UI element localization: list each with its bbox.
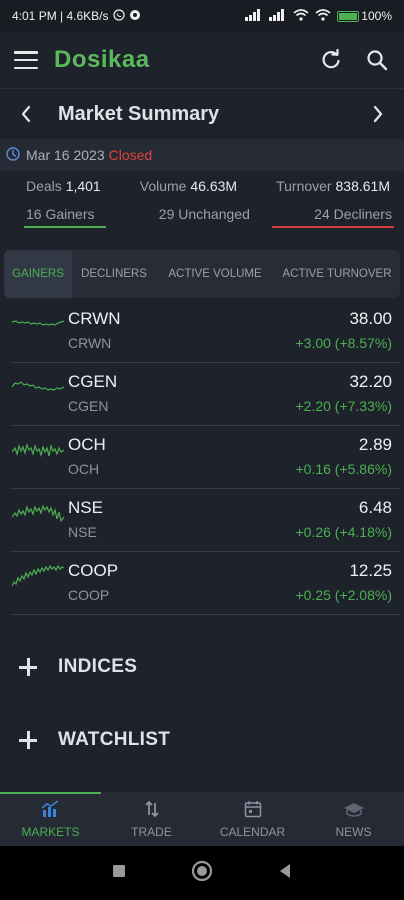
system-navigation-bar <box>0 846 404 900</box>
turnover-stat: Turnover 838.61M <box>276 178 390 194</box>
back-icon[interactable] <box>278 863 292 884</box>
stock-name: NSE <box>68 524 97 540</box>
status-time: 4:01 PM | 4.6KB/s <box>12 9 109 23</box>
stock-symbol: COOP <box>68 561 119 580</box>
stock-price: 6.48 <box>358 498 392 517</box>
nav-trade-label: TRADE <box>131 825 172 839</box>
calendar-icon <box>242 799 264 819</box>
mover-tabs: GAINERS DECLINERS ACTIVE VOLUME ACTIVE T… <box>4 250 400 298</box>
watchlist-label: WATCHLIST <box>58 729 171 750</box>
sparkline-icon <box>12 320 64 326</box>
turnover-label: Turnover <box>276 178 332 194</box>
market-summary-header: Market Summary <box>0 89 404 139</box>
stock-change: +2.20 (+7.33%) <box>295 398 392 414</box>
nav-news[interactable]: NEWS <box>303 792 404 846</box>
tab-decliners[interactable]: DECLINERS <box>72 250 156 298</box>
search-icon[interactable] <box>364 47 390 73</box>
clock-icon <box>6 146 20 164</box>
battery-indicator: 100% <box>337 9 392 23</box>
market-stats-row: Deals 1,401 Volume 46.63M Turnover 838.6… <box>0 171 404 201</box>
nav-markets-label: MARKETS <box>21 825 80 839</box>
nav-markets[interactable]: MARKETS <box>0 792 101 846</box>
indices-label: INDICES <box>58 656 138 677</box>
stock-price: 2.89 <box>358 435 392 454</box>
stock-price: 38.00 <box>349 309 392 328</box>
news-icon <box>343 799 365 819</box>
gainers-list: CRWN CRWN 38.00 +3.00 (+8.57%) CGEN CGEN… <box>10 300 400 615</box>
stock-price: 12.25 <box>349 561 392 580</box>
app-notification-icon <box>129 9 141 24</box>
market-status-badge: Closed <box>108 147 153 163</box>
bottom-navigation: MARKETS TRADE CALENDAR NEWS <box>0 792 404 846</box>
indices-section-toggle[interactable]: INDICES <box>0 647 404 687</box>
stock-change: +0.25 (+2.08%) <box>295 587 392 603</box>
status-bar: 4:01 PM | 4.6KB/s 100% <box>0 0 404 32</box>
plus-icon <box>18 657 38 677</box>
turnover-value: 838.61M <box>335 178 390 194</box>
chevron-right-icon[interactable] <box>368 104 388 124</box>
sparkline-icon <box>12 564 64 587</box>
gainers-count: 16 Gainers <box>23 206 108 228</box>
tab-active-volume[interactable]: ACTIVE VOLUME <box>156 250 274 298</box>
stock-change: +0.16 (+5.86%) <box>295 461 392 477</box>
app-title: Dosikaa <box>54 46 150 73</box>
wifi-icon-2 <box>315 8 331 24</box>
stock-name: CRWN <box>68 335 112 351</box>
stock-row-crwn[interactable]: CRWN CRWN 38.00 +3.00 (+8.57%) <box>10 300 400 363</box>
stock-row-coop[interactable]: COOP COOP 12.25 +0.25 (+2.08%) <box>10 552 400 615</box>
stock-change: +0.26 (+4.18%) <box>295 524 392 540</box>
stock-name: CGEN <box>68 398 109 414</box>
trade-arrows-icon <box>141 799 163 819</box>
unchanged-count: 29 Unchanged <box>158 206 250 222</box>
deals-value: 1,401 <box>65 178 101 194</box>
volume-value: 46.63M <box>190 178 238 194</box>
signal-icon <box>245 8 263 24</box>
recent-apps-icon[interactable] <box>112 864 126 883</box>
market-date-row: Mar 16 2023 Closed <box>0 139 404 171</box>
home-icon[interactable] <box>191 860 213 887</box>
sparkline-icon <box>12 443 64 458</box>
stock-symbol: CGEN <box>68 372 118 391</box>
stock-change: +3.00 (+8.57%) <box>295 335 392 351</box>
stock-row-och[interactable]: OCH OCH 2.89 +0.16 (+5.86%) <box>10 426 400 489</box>
nav-calendar-label: CALENDAR <box>219 825 286 839</box>
decliners-count: 24 Decliners <box>272 206 394 228</box>
nav-news-label: NEWS <box>335 825 372 839</box>
tab-active-turnover[interactable]: ACTIVE TURNOVER <box>274 250 400 298</box>
hamburger-menu-icon[interactable] <box>14 51 38 69</box>
nav-trade[interactable]: TRADE <box>101 792 202 846</box>
deals-label: Deals <box>26 178 62 194</box>
battery-percent-suffix: % <box>381 9 392 23</box>
stock-symbol: CRWN <box>68 309 121 328</box>
battery-icon <box>337 10 360 22</box>
app-bar: Dosikaa <box>0 32 404 88</box>
page-title: Market Summary <box>58 102 220 125</box>
wifi-icon <box>293 8 309 24</box>
volume-stat: Volume 46.63M <box>140 178 237 194</box>
sparkline-icon <box>12 504 64 523</box>
volume-label: Volume <box>139 178 187 194</box>
sparkline-icon <box>12 381 64 391</box>
whatsapp-icon <box>112 8 125 24</box>
tab-gainers[interactable]: GAINERS <box>4 250 72 298</box>
signal-icon-2 <box>269 8 287 24</box>
market-date: Mar 16 2023 <box>26 147 105 163</box>
stock-row-cgen[interactable]: CGEN CGEN 32.20 +2.20 (+7.33%) <box>10 363 400 426</box>
stock-symbol: NSE <box>68 498 103 517</box>
deals-stat: Deals 1,401 <box>26 178 101 194</box>
watchlist-section-toggle[interactable]: WATCHLIST <box>0 720 404 760</box>
stock-name: COOP <box>68 587 110 603</box>
battery-level: 100 <box>361 9 382 23</box>
market-counts-row: 16 Gainers 29 Unchanged 24 Decliners <box>0 203 404 231</box>
refresh-icon[interactable] <box>318 47 344 73</box>
stock-price: 32.20 <box>349 372 392 391</box>
stock-row-nse[interactable]: NSE NSE 6.48 +0.26 (+4.18%) <box>10 489 400 552</box>
plus-icon <box>18 730 38 750</box>
markets-chart-icon <box>40 799 62 819</box>
stock-name: OCH <box>68 461 100 477</box>
nav-calendar[interactable]: CALENDAR <box>202 792 303 846</box>
stock-symbol: OCH <box>68 435 106 454</box>
chevron-left-icon[interactable] <box>16 104 36 124</box>
